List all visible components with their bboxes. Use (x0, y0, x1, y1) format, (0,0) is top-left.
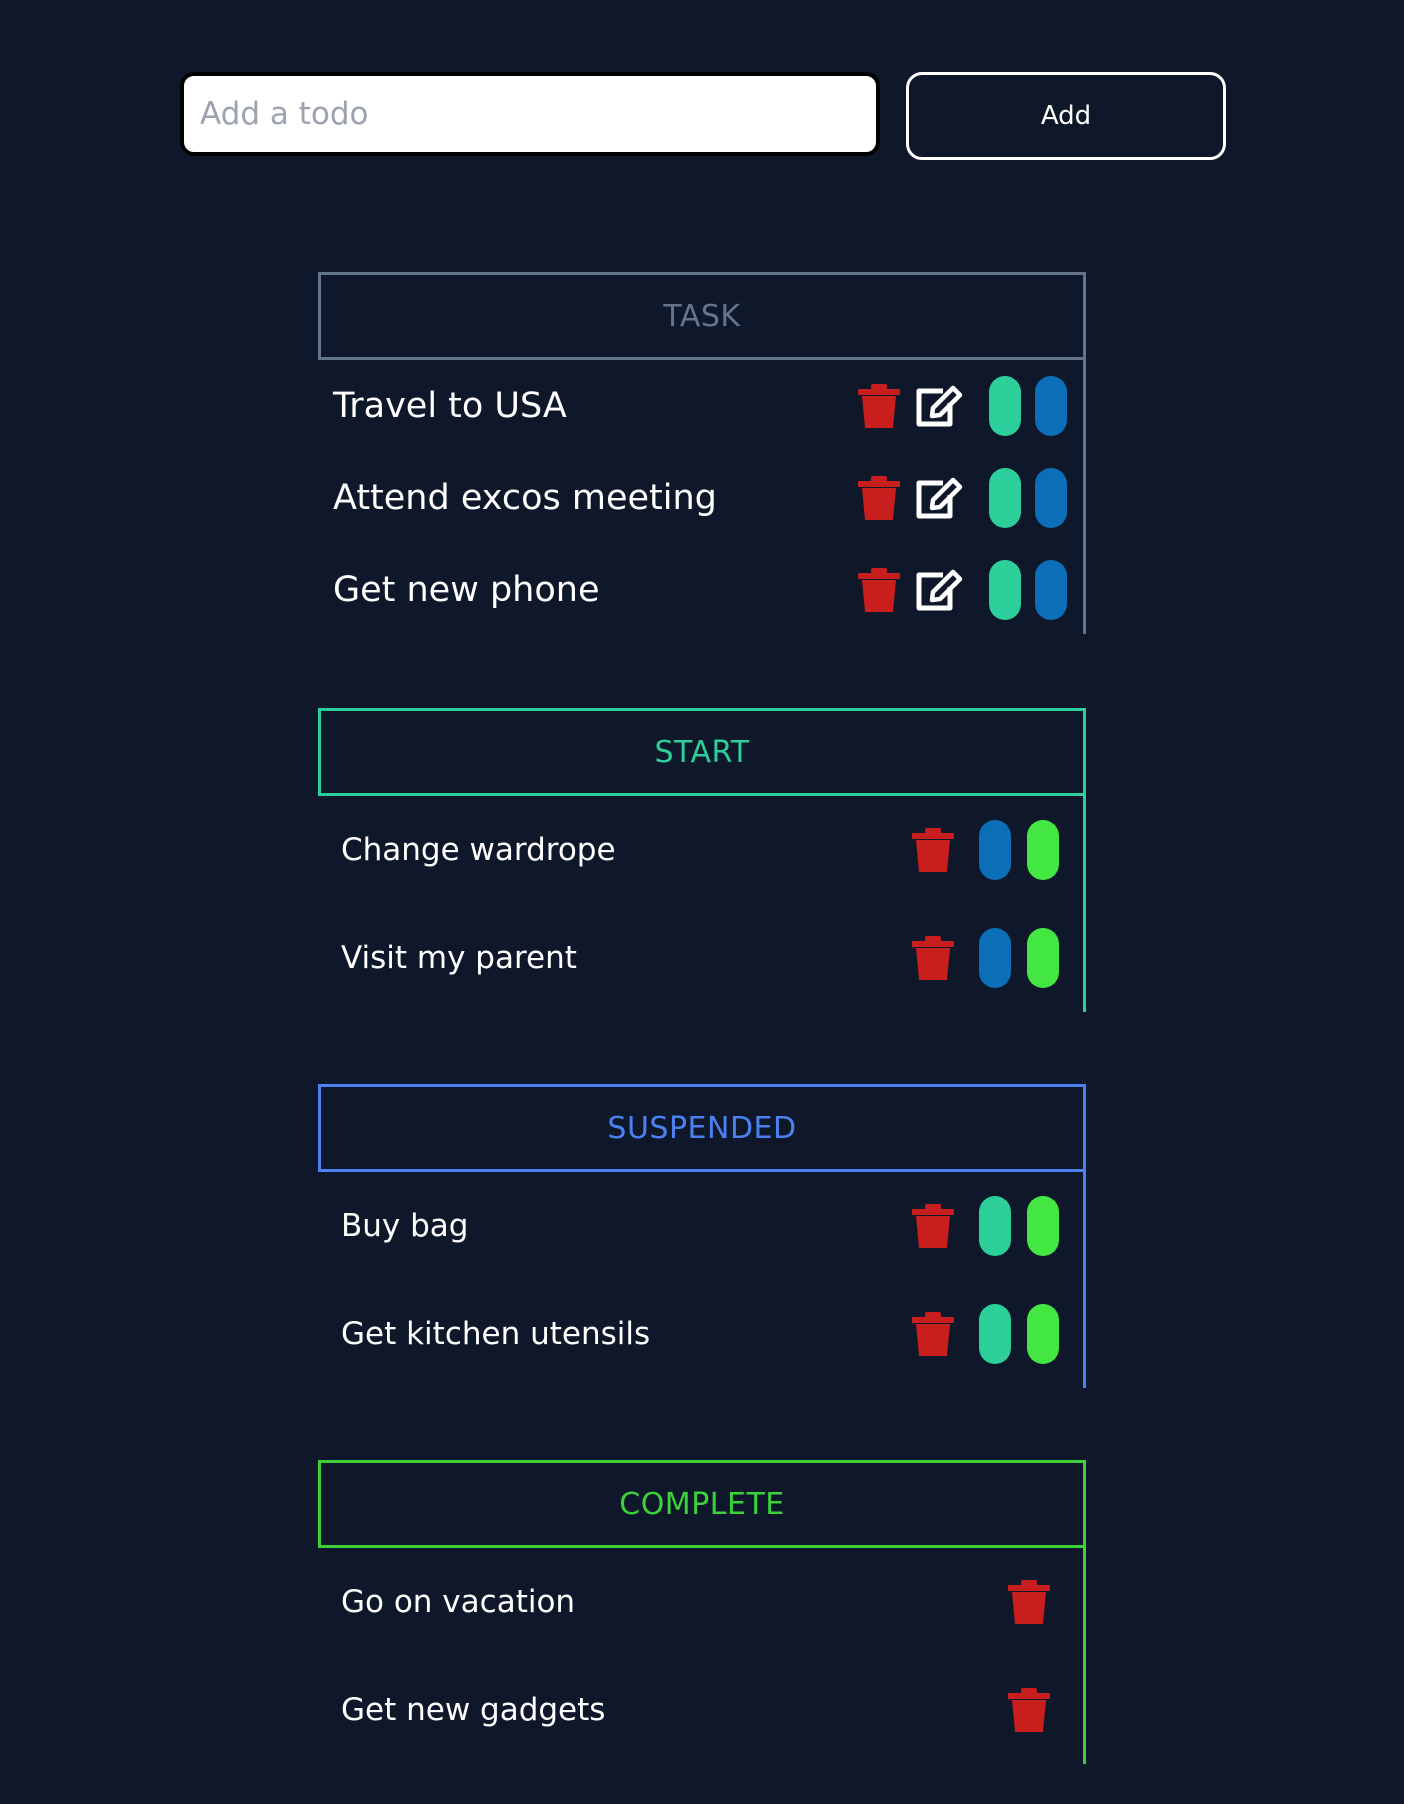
trash-icon[interactable] (857, 383, 901, 429)
todo-input[interactable] (180, 72, 880, 156)
task-actions (857, 468, 1067, 528)
trash-icon[interactable] (1007, 1579, 1051, 1625)
start-actions (911, 928, 1059, 988)
start-text: Visit my parent (341, 940, 577, 976)
trash-icon[interactable] (911, 1203, 955, 1249)
move-to-complete-button[interactable] (1027, 820, 1059, 880)
edit-icon[interactable] (913, 474, 963, 522)
task-text: Get new phone (333, 570, 600, 610)
complete-section: COMPLETE Go on vacation Get new gadgets (318, 1460, 1086, 1764)
suspended-row: Get kitchen utensils (318, 1280, 1083, 1388)
edit-icon[interactable] (913, 382, 963, 430)
move-to-complete-button[interactable] (1027, 1304, 1059, 1364)
task-actions (857, 376, 1067, 436)
complete-text: Go on vacation (341, 1584, 576, 1620)
task-row: Get new phone (318, 544, 1083, 636)
move-to-start-button[interactable] (979, 1196, 1011, 1256)
start-actions (911, 820, 1059, 880)
task-section: TASK Travel to USA Attend excos meeting (318, 272, 1086, 634)
complete-actions (1007, 1579, 1051, 1625)
suspended-text: Buy bag (341, 1208, 469, 1244)
trash-icon[interactable] (911, 1311, 955, 1357)
start-list: Change wardrope Visit my parent (318, 796, 1086, 1012)
complete-row: Get new gadgets (318, 1656, 1083, 1764)
add-todo-bar: Add (180, 72, 1226, 160)
task-text: Travel to USA (333, 386, 567, 426)
section-title-suspended: SUSPENDED (318, 1084, 1086, 1172)
move-to-suspended-button[interactable] (979, 928, 1011, 988)
suspended-text: Get kitchen utensils (341, 1316, 651, 1352)
edit-icon[interactable] (913, 566, 963, 614)
move-to-complete-button[interactable] (1027, 1196, 1059, 1256)
section-title-complete: COMPLETE (318, 1460, 1086, 1548)
suspended-list: Buy bag Get kitchen utensils (318, 1172, 1086, 1388)
trash-icon[interactable] (911, 935, 955, 981)
move-to-start-button[interactable] (989, 376, 1021, 436)
suspended-row: Buy bag (318, 1172, 1083, 1280)
task-list: Travel to USA Attend excos meeting Get n… (318, 360, 1086, 634)
suspended-section: SUSPENDED Buy bag Get kitchen utensils (318, 1084, 1086, 1388)
add-button[interactable]: Add (906, 72, 1226, 160)
start-text: Change wardrope (341, 832, 616, 868)
trash-icon[interactable] (911, 827, 955, 873)
move-to-suspended-button[interactable] (1035, 560, 1067, 620)
section-title-start: START (318, 708, 1086, 796)
complete-row: Go on vacation (318, 1548, 1083, 1656)
start-row: Visit my parent (318, 904, 1083, 1012)
start-section: START Change wardrope Visit my parent (318, 708, 1086, 1012)
complete-list: Go on vacation Get new gadgets (318, 1548, 1086, 1764)
trash-icon[interactable] (857, 567, 901, 613)
complete-text: Get new gadgets (341, 1692, 606, 1728)
task-text: Attend excos meeting (333, 478, 717, 518)
task-row: Attend excos meeting (318, 452, 1083, 544)
task-actions (857, 560, 1067, 620)
move-to-start-button[interactable] (989, 468, 1021, 528)
trash-icon[interactable] (1007, 1687, 1051, 1733)
trash-icon[interactable] (857, 475, 901, 521)
move-to-complete-button[interactable] (1027, 928, 1059, 988)
suspended-actions (911, 1304, 1059, 1364)
section-title-task: TASK (318, 272, 1086, 360)
move-to-suspended-button[interactable] (1035, 468, 1067, 528)
task-row: Travel to USA (318, 360, 1083, 452)
complete-actions (1007, 1687, 1051, 1733)
start-row: Change wardrope (318, 796, 1083, 904)
suspended-actions (911, 1196, 1059, 1256)
move-to-suspended-button[interactable] (979, 820, 1011, 880)
move-to-suspended-button[interactable] (1035, 376, 1067, 436)
move-to-start-button[interactable] (979, 1304, 1011, 1364)
move-to-start-button[interactable] (989, 560, 1021, 620)
